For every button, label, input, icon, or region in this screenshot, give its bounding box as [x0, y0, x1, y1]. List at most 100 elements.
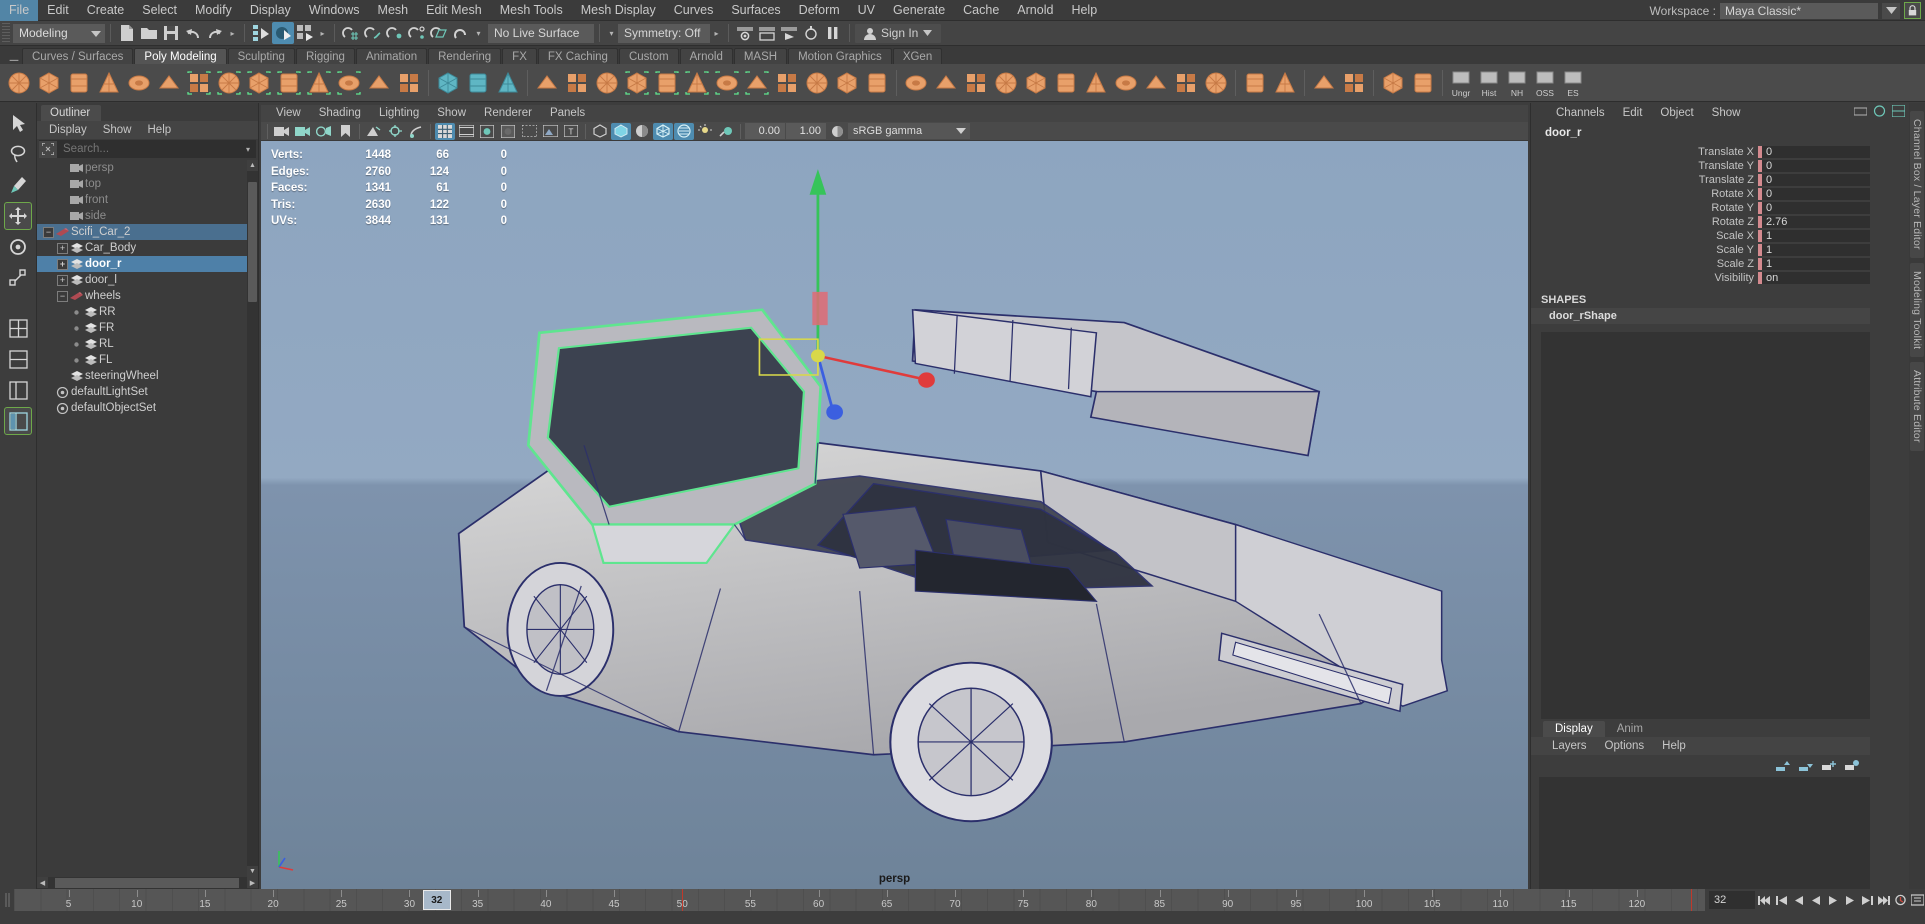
attr-row-rotate-z[interactable]: Rotate Z 2.76	[1531, 215, 1870, 228]
shelf-tab-xgen[interactable]: XGen	[892, 48, 943, 64]
outliner-item-side[interactable]: side	[37, 208, 258, 224]
poly-sphere-icon[interactable]	[4, 67, 34, 99]
exposure-value[interactable]: 0.00	[745, 123, 785, 139]
menu-create[interactable]: Create	[78, 0, 134, 21]
attr-value[interactable]: 0	[1762, 173, 1870, 186]
vtab-attribute-editor[interactable]: Attribute Editor	[1910, 362, 1924, 451]
statusline-grip[interactable]	[2, 22, 10, 44]
sculpt-clock-icon[interactable]	[463, 67, 493, 99]
poly-prism-icon[interactable]	[274, 67, 304, 99]
gamma-value[interactable]: 1.00	[786, 123, 826, 139]
attr-row-scale-z[interactable]: Scale Z 1	[1531, 257, 1870, 270]
shelf-tab-fx[interactable]: FX	[502, 48, 537, 64]
outliner-item-door-l[interactable]: + door_l	[37, 272, 258, 288]
auto-keyframe-icon[interactable]	[1893, 891, 1908, 909]
menu-deform[interactable]: Deform	[790, 0, 849, 21]
extrude-icon[interactable]	[622, 67, 652, 99]
channels-menu[interactable]: Channels	[1547, 103, 1614, 123]
shelf-tab-mash[interactable]: MASH	[733, 48, 788, 64]
image-plane-icon[interactable]	[364, 123, 384, 140]
play-forwards-icon[interactable]	[1825, 891, 1840, 909]
poly-pipe-icon[interactable]	[304, 67, 334, 99]
vtab-modeling-toolkit[interactable]: Modeling Toolkit	[1910, 262, 1924, 357]
pause-render-icon[interactable]	[822, 22, 844, 44]
menu-edit[interactable]: Edit	[38, 0, 78, 21]
attr-row-translate-y[interactable]: Translate Y 0	[1531, 159, 1870, 172]
menu-arnold[interactable]: Arnold	[1008, 0, 1062, 21]
uv-unfold-icon[interactable]	[1408, 67, 1438, 99]
create-layer-from-selected-icon[interactable]	[1845, 759, 1860, 771]
attr-value[interactable]: 1	[1762, 257, 1870, 270]
outliner-item-car-body[interactable]: + Car_Body	[37, 240, 258, 256]
outliner-item-fl[interactable]: FL	[37, 352, 258, 368]
poly-helix-icon[interactable]	[334, 67, 364, 99]
separate-icon[interactable]	[1201, 67, 1231, 99]
sign-in-button[interactable]: Sign In	[855, 23, 942, 43]
step-back-key-icon[interactable]	[1774, 891, 1789, 909]
tab-display[interactable]: Display	[1543, 721, 1605, 737]
outliner-vertical-scrollbar[interactable]: ▲ ▼	[247, 160, 258, 877]
outliner-item-steeringwheel[interactable]: steeringWheel	[37, 368, 258, 384]
display-resolution-gate-icon[interactable]	[456, 123, 476, 140]
shelf-tab-arnold[interactable]: Arnold	[679, 48, 733, 64]
shaded-mode-icon[interactable]	[477, 123, 497, 140]
snap-curve-icon[interactable]	[362, 22, 384, 44]
attr-row-translate-x[interactable]: Translate X 0	[1531, 145, 1870, 158]
menu-surfaces[interactable]: Surfaces	[722, 0, 789, 21]
symmetry-dropdown-arrow[interactable]: ▾	[605, 24, 618, 43]
menu-display[interactable]: Display	[241, 0, 300, 21]
render-settings-icon[interactable]	[800, 22, 822, 44]
slide-edge-icon[interactable]	[961, 67, 991, 99]
bookmark-icon[interactable]	[335, 123, 355, 140]
statusline-expand-2[interactable]: ▸	[316, 24, 329, 43]
undo-icon[interactable]	[182, 22, 204, 44]
open-scene-icon[interactable]	[138, 22, 160, 44]
connect-icon[interactable]	[832, 67, 862, 99]
poke-face-icon[interactable]	[1021, 67, 1051, 99]
layout-single-icon[interactable]	[4, 314, 32, 342]
show-menu[interactable]: Show	[1703, 103, 1750, 123]
statusline-expand-1[interactable]: ▸	[226, 24, 239, 43]
paint-select-tool-icon[interactable]	[4, 171, 32, 199]
soften-edge-icon[interactable]	[1240, 67, 1270, 99]
chamfer-vertex-icon[interactable]	[1081, 67, 1111, 99]
shelf-badge-es[interactable]: ES	[1559, 68, 1587, 98]
poly-cylinder-icon[interactable]	[64, 67, 94, 99]
menu-generate[interactable]: Generate	[884, 0, 954, 21]
menu-help[interactable]: Help	[1062, 0, 1106, 21]
go-to-end-icon[interactable]	[1876, 891, 1891, 909]
move-layer-up-icon[interactable]	[1776, 759, 1791, 771]
save-scene-icon[interactable]	[160, 22, 182, 44]
outliner-menu-show[interactable]: Show	[95, 121, 140, 139]
lasso-tool-icon[interactable]	[4, 140, 32, 168]
expand-icon[interactable]: +	[57, 258, 68, 270]
new-scene-icon[interactable]	[116, 22, 138, 44]
layer-list[interactable]	[1539, 777, 1870, 889]
scale-tool-icon[interactable]	[4, 264, 32, 292]
step-forward-key-icon[interactable]	[1859, 891, 1874, 909]
attr-row-scale-y[interactable]: Scale Y 1	[1531, 243, 1870, 256]
expand-icon[interactable]: +	[57, 274, 68, 286]
select-component-icon[interactable]	[294, 22, 316, 44]
show-manipulator-icon[interactable]	[1854, 106, 1867, 117]
shelf-badge-ungr[interactable]: Ungr	[1447, 68, 1475, 98]
attr-row-visibility[interactable]: Visibility on	[1531, 271, 1870, 284]
shelf-badge-nh[interactable]: NH	[1503, 68, 1531, 98]
chevron-down-icon[interactable]: ▾	[240, 145, 256, 154]
snap-point-icon[interactable]	[384, 22, 406, 44]
shelf-tab-rendering[interactable]: Rendering	[428, 48, 502, 64]
scroll-left-arrow[interactable]: ◀	[37, 877, 48, 888]
workspace-combo[interactable]: Maya Classic*	[1720, 2, 1878, 19]
shadows-icon[interactable]	[540, 123, 560, 140]
svg-tool-icon[interactable]	[394, 67, 424, 99]
outliner-hscroll-thumb[interactable]	[55, 878, 239, 888]
toolkit-icon[interactable]	[1892, 105, 1905, 117]
object-menu[interactable]: Object	[1651, 103, 1702, 123]
bevel-icon[interactable]	[652, 67, 682, 99]
time-slider-track[interactable]: 5101520253035404550556065707580859095100…	[14, 889, 1705, 911]
shelf-tab-motion-graphics[interactable]: Motion Graphics	[788, 48, 892, 64]
layout-outliner-persp-icon[interactable]	[4, 407, 32, 435]
light-icon[interactable]	[695, 123, 715, 140]
harden-edge-icon[interactable]	[1270, 67, 1300, 99]
poly-cone-icon[interactable]	[94, 67, 124, 99]
